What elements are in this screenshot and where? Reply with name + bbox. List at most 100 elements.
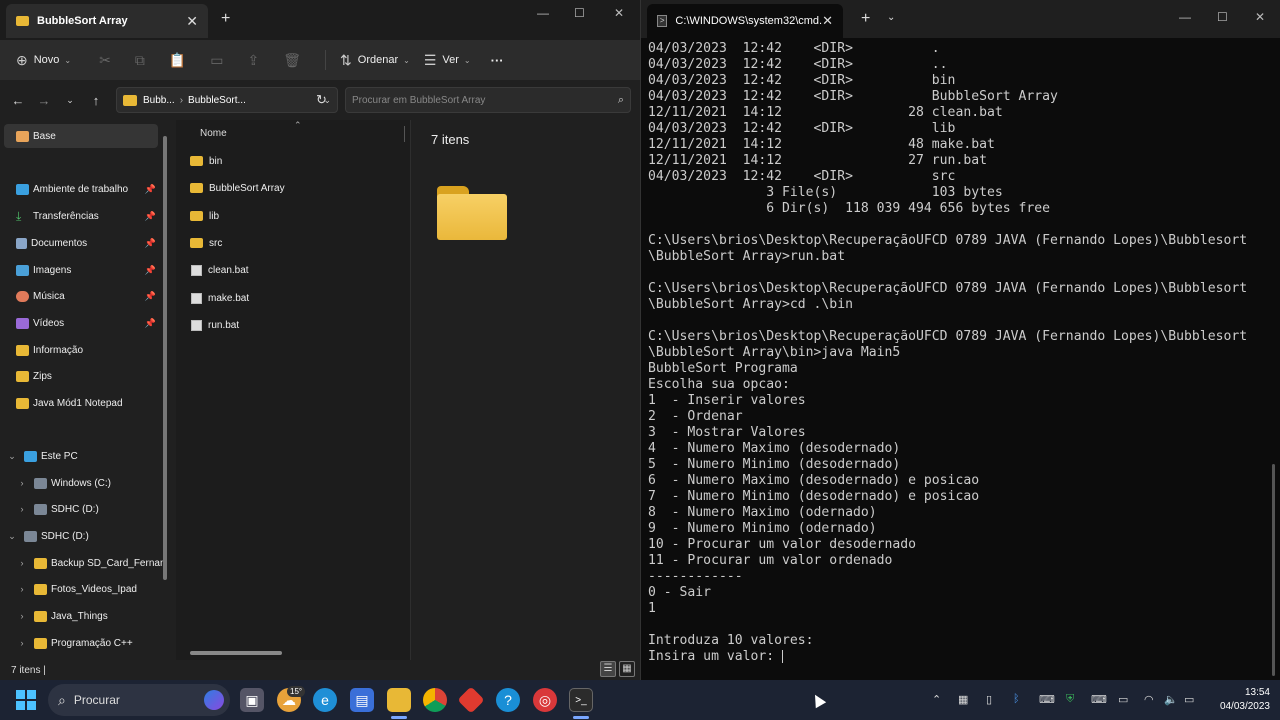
chevron-up-icon[interactable]: ⌃ bbox=[932, 693, 941, 706]
file-row-make-bat[interactable]: make.bat bbox=[190, 287, 400, 309]
terminal-icon[interactable]: >_ bbox=[569, 688, 593, 712]
refresh-icon[interactable]: ↻ bbox=[316, 92, 327, 108]
sidebar-item-music[interactable]: Música 📌 bbox=[4, 284, 158, 308]
help-icon[interactable]: ? bbox=[496, 688, 520, 712]
sidebar-item-pictures[interactable]: Imagens 📌 bbox=[4, 258, 158, 282]
chrome-icon[interactable] bbox=[423, 688, 447, 712]
pin-icon[interactable]: 📌 bbox=[145, 184, 156, 195]
explorer-tab[interactable]: BubbleSort Array ✕ bbox=[6, 4, 208, 38]
horizontal-scrollbar[interactable] bbox=[190, 651, 282, 655]
sidebar-item-zips[interactable]: Zips bbox=[4, 364, 158, 388]
pin-icon[interactable]: 📌 bbox=[145, 211, 156, 222]
red-app-icon[interactable]: ◎ bbox=[533, 688, 557, 712]
more-options-button[interactable]: ··· bbox=[491, 53, 504, 68]
maximize-icon[interactable]: ☐ bbox=[574, 6, 585, 20]
tiles-view-icon[interactable]: ▦ bbox=[619, 661, 635, 677]
sidebar-scrollbar[interactable] bbox=[163, 136, 167, 580]
copy-icon[interactable]: ⧉ bbox=[135, 52, 145, 69]
wifi-icon[interactable]: ◠ bbox=[1144, 693, 1154, 706]
delete-icon[interactable]: 🗑 bbox=[283, 52, 301, 69]
sidebar-item-sdhc-d-root[interactable]: ⌄ SDHC (D:) bbox=[6, 524, 160, 548]
recent-chevron-icon[interactable]: ⌄ bbox=[57, 95, 83, 106]
forward-arrow-icon[interactable]: → bbox=[31, 93, 57, 108]
sidebar-item-base[interactable]: Base bbox=[4, 124, 158, 148]
close-window-icon[interactable]: ✕ bbox=[1255, 10, 1265, 24]
chevron-right-icon[interactable]: › bbox=[16, 478, 28, 488]
sidebar-item-backup[interactable]: › Backup SD_Card_Fernan bbox=[16, 551, 170, 575]
sidebar-item-java-mod1[interactable]: Java Mód1 Notepad bbox=[4, 391, 158, 415]
pin-icon[interactable]: 📌 bbox=[145, 291, 156, 302]
taskbar-search[interactable]: ⌕ Procurar bbox=[48, 684, 230, 716]
column-divider[interactable] bbox=[404, 126, 405, 142]
file-row-clean-bat[interactable]: clean.bat bbox=[190, 259, 400, 281]
close-window-icon[interactable]: ✕ bbox=[614, 6, 624, 20]
rename-icon[interactable]: ▭ bbox=[210, 52, 223, 69]
file-row-bin[interactable]: bin bbox=[190, 150, 400, 172]
close-tab-icon[interactable]: ✕ bbox=[822, 13, 833, 29]
chevron-right-icon[interactable]: › bbox=[16, 638, 28, 648]
view-button[interactable]: ☰ Ver ⌄ bbox=[424, 52, 471, 69]
tray-app-icon[interactable]: ▦ bbox=[958, 693, 968, 706]
new-tab-button[interactable]: + bbox=[221, 10, 230, 28]
bing-icon[interactable] bbox=[204, 690, 224, 710]
pin-icon[interactable]: 📌 bbox=[145, 265, 156, 276]
paste-icon[interactable]: 📋 bbox=[169, 52, 186, 69]
sort-button[interactable]: ⇅ Ordenar ⌄ bbox=[340, 52, 410, 69]
sidebar-item-sdhc-d[interactable]: › SDHC (D:) bbox=[16, 497, 170, 521]
new-button[interactable]: ⊕ Novo ⌄ bbox=[16, 52, 71, 69]
maximize-icon[interactable]: ☐ bbox=[1217, 10, 1228, 24]
sidebar-item-desktop[interactable]: Ambiente de trabalho 📌 bbox=[4, 177, 158, 201]
file-row-lib[interactable]: lib bbox=[190, 205, 400, 227]
terminal-output[interactable]: 04/03/2023 12:42 <DIR> . 04/03/2023 12:42… bbox=[648, 41, 1247, 665]
battery-icon[interactable]: ▭ bbox=[1184, 693, 1194, 706]
details-view-icon[interactable]: ☰ bbox=[600, 661, 616, 677]
sidebar-item-fotos[interactable]: › Fotos_Videos_Ipad bbox=[16, 577, 170, 601]
minimize-icon[interactable]: — bbox=[1179, 10, 1191, 24]
breadcrumb-root[interactable]: Bubb... bbox=[143, 95, 175, 106]
terminal-scrollbar[interactable] bbox=[1272, 464, 1275, 676]
sidebar-item-documents[interactable]: Documentos 📌 bbox=[4, 231, 158, 255]
search-input[interactable] bbox=[352, 94, 618, 106]
edge-icon[interactable]: e bbox=[313, 688, 337, 712]
ime-icon[interactable]: ⌨ bbox=[1039, 693, 1055, 706]
chevron-down-icon[interactable]: ⌄ bbox=[6, 531, 18, 542]
sidebar-item-programacao[interactable]: › Programação C++ bbox=[16, 631, 170, 655]
chevron-down-icon[interactable]: ⌄ bbox=[887, 12, 895, 23]
chevron-down-icon[interactable]: ⌄ bbox=[6, 451, 18, 462]
file-row-src[interactable]: src bbox=[190, 232, 400, 254]
file-row-bubblesort-array[interactable]: BubbleSort Array bbox=[190, 177, 400, 199]
sidebar-item-downloads[interactable]: ⤓ Transferências 📌 bbox=[4, 204, 158, 228]
share-icon[interactable]: ⇪ bbox=[248, 52, 260, 69]
pin-icon[interactable]: 📌 bbox=[145, 238, 156, 249]
column-header-name[interactable]: Nome bbox=[200, 128, 227, 139]
usb-icon[interactable]: ▯ bbox=[986, 693, 992, 706]
cut-icon[interactable]: ✂ bbox=[99, 52, 111, 69]
minimize-icon[interactable]: — bbox=[537, 6, 549, 20]
red-diamond-app-icon[interactable] bbox=[457, 686, 485, 714]
volume-icon[interactable]: 🔈 bbox=[1164, 693, 1178, 706]
new-tab-button[interactable]: + bbox=[861, 10, 870, 28]
task-view-icon[interactable]: ▣ bbox=[240, 688, 264, 712]
back-arrow-icon[interactable]: ← bbox=[5, 93, 31, 108]
pin-icon[interactable]: 📌 bbox=[145, 318, 156, 329]
sidebar-item-videos[interactable]: Vídeos 📌 bbox=[4, 311, 158, 335]
chevron-right-icon[interactable]: › bbox=[16, 611, 28, 621]
keyboard-icon[interactable]: ⌨ bbox=[1091, 693, 1107, 706]
sidebar-item-windows-c[interactable]: › Windows (C:) bbox=[16, 471, 170, 495]
terminal-tab[interactable]: > C:\WINDOWS\system32\cmd. ✕ bbox=[647, 4, 843, 38]
clock[interactable]: 13:54 04/03/2023 bbox=[1204, 686, 1270, 714]
bluetooth-icon[interactable]: ᛒ bbox=[1013, 693, 1020, 705]
windows-start-icon[interactable] bbox=[16, 690, 36, 710]
chevron-right-icon[interactable]: › bbox=[16, 584, 28, 594]
chevron-right-icon[interactable]: › bbox=[16, 558, 28, 568]
breadcrumb-current[interactable]: BubbleSort... bbox=[188, 95, 246, 106]
up-arrow-icon[interactable]: ↑ bbox=[83, 93, 109, 108]
display-icon[interactable]: ▭ bbox=[1118, 693, 1128, 706]
sidebar-item-informacao[interactable]: Informação bbox=[4, 338, 158, 362]
sidebar-item-this-pc[interactable]: ⌄ Este PC bbox=[6, 444, 160, 468]
file-explorer-icon[interactable] bbox=[387, 688, 411, 712]
shield-icon[interactable]: ⛨ bbox=[1066, 693, 1074, 706]
sidebar-item-java-things[interactable]: › Java_Things bbox=[16, 604, 170, 628]
close-tab-icon[interactable]: ✕ bbox=[186, 13, 198, 30]
address-bar[interactable]: Bubb... › BubbleSort... ⌄ bbox=[116, 87, 338, 113]
